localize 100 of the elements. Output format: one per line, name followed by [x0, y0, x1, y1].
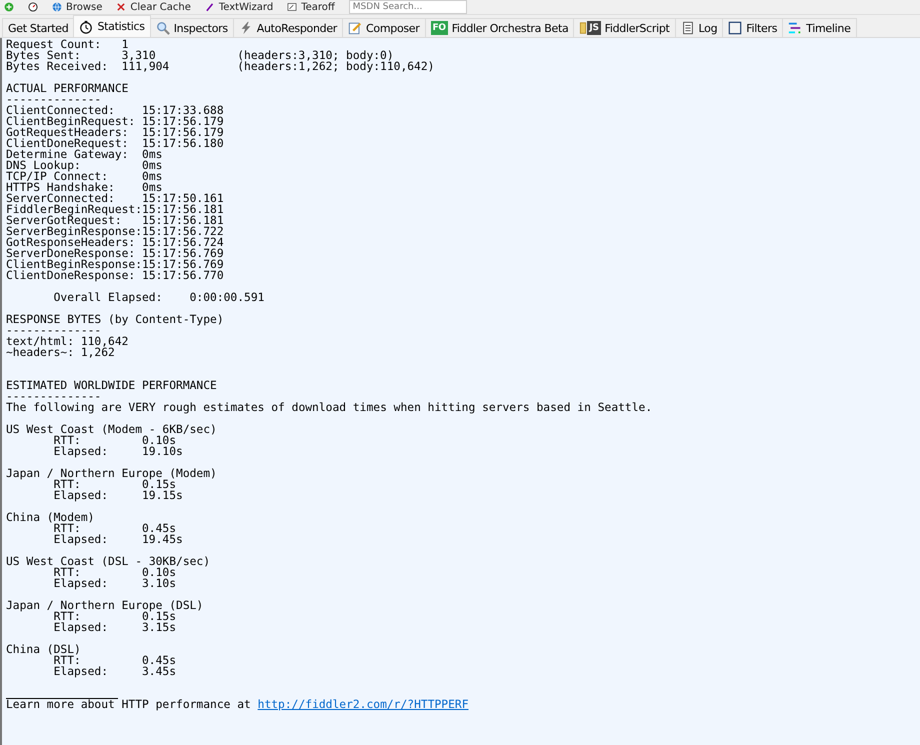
rtt-label: RTT: [54, 655, 81, 666]
toolbar-icon-button[interactable] [28, 0, 38, 14]
tab[interactable]: Composer [342, 18, 426, 37]
elapsed-value: 3.10s [142, 578, 176, 589]
overall-value: 0:00:00.591 [190, 292, 264, 303]
stat-value: 111,904 [122, 61, 170, 72]
magnifier-icon [156, 21, 170, 35]
stat-label: Request Count: [6, 39, 102, 50]
rtt-value: 0.10s [142, 567, 176, 578]
tab[interactable]: FO Fiddler Orchestra Beta [424, 18, 574, 37]
timing-label: ServerGotRequest: [6, 215, 122, 226]
stat-detail: (headers:1,262; body:110,642) [237, 61, 434, 72]
timing-label: DNS Lookup: [6, 160, 81, 171]
timing-label: Determine Gateway: [6, 149, 130, 160]
rtt-value: 0.15s [142, 479, 176, 490]
pencil-icon [348, 21, 362, 35]
timing-label: ServerBeginResponse: [6, 226, 142, 237]
elapsed-label: Elapsed: [54, 666, 110, 677]
timing-value: 0ms [142, 160, 162, 171]
rtt-label: RTT: [54, 435, 81, 446]
toolbar-button[interactable]: TextWizard [204, 0, 274, 14]
orchestra-badge: FO [430, 21, 448, 35]
stat-detail: (headers:3,310; body:0) [237, 50, 394, 61]
region-name: Japan / Northern Europe (Modem) [6, 468, 217, 479]
rtt-value: 0.45s [142, 655, 176, 666]
timing-value: 15:17:50.161 [142, 193, 224, 204]
heading-rule: -------------- [6, 94, 102, 105]
timing-label: ClientDoneRequest: [6, 138, 130, 149]
timing-label: ServerDoneResponse: [6, 248, 136, 259]
tab[interactable]: Log [674, 18, 724, 37]
heading-rule: -------------- [6, 325, 102, 336]
section-heading: ACTUAL PERFORMANCE [6, 83, 128, 94]
rtt-label: RTT: [54, 523, 81, 534]
stat-value: 1 [122, 39, 128, 50]
wand-icon [204, 2, 215, 12]
elapsed-label: Elapsed: [54, 534, 110, 545]
region-name: Japan / Northern Europe (DSL) [6, 600, 204, 611]
region-name: US West Coast (Modem - 6KB/sec) [6, 424, 217, 435]
overall-label: Overall Elapsed: [54, 292, 164, 303]
elapsed-value: 3.45s [142, 666, 176, 677]
timing-label: GotResponseHeaders: [6, 237, 136, 248]
elapsed-label: Elapsed: [54, 446, 110, 457]
timing-value: 0ms [142, 182, 162, 193]
toolbar-button[interactable]: Tearoff [287, 0, 335, 14]
timing-value: 15:17:56.181 [142, 215, 224, 226]
window-icon [287, 2, 298, 12]
tab[interactable]: Get Started [2, 18, 74, 37]
cross-icon [116, 2, 126, 12]
elapsed-value: 19.45s [142, 534, 183, 545]
tab[interactable]: Timeline [782, 18, 857, 37]
tab[interactable]: Statistics [73, 15, 151, 37]
rtt-value: 0.45s [142, 523, 176, 534]
region-name: US West Coast (DSL - 30KB/sec) [6, 556, 210, 567]
timing-value: 15:17:33.688 [142, 105, 224, 116]
timing-value: 15:17:56.179 [142, 116, 224, 127]
timing-value: 15:17:56.180 [142, 138, 224, 149]
tab[interactable]: AutoResponder [232, 18, 344, 37]
rtt-value: 0.10s [142, 435, 176, 446]
elapsed-label: Elapsed: [54, 490, 110, 501]
rtt-label: RTT: [54, 567, 81, 578]
timing-value: 15:17:56.769 [142, 248, 224, 259]
timing-label: HTTPS Handshake: [6, 182, 116, 193]
intro-text: The following are VERY rough estimates of download times when hitting servers based in Seattle. [6, 402, 652, 413]
timer-icon [28, 2, 38, 12]
elapsed-value: 19.10s [142, 446, 183, 457]
elapsed-label: Elapsed: [54, 578, 110, 589]
tab[interactable]: Filters [722, 18, 784, 37]
elapsed-value: 19.15s [142, 490, 183, 501]
rtt-label: RTT: [54, 479, 81, 490]
performance-link[interactable]: http://fiddler2.com/r/?HTTPPERF [258, 699, 468, 710]
timing-value: 0ms [142, 149, 162, 160]
section-heading: ESTIMATED WORLDWIDE PERFORMANCE [6, 380, 217, 391]
timing-value: 0ms [142, 171, 162, 182]
timing-label: ClientBeginResponse: [6, 259, 142, 270]
globe-icon [52, 2, 62, 12]
rtt-value: 0.15s [142, 611, 176, 622]
content-type-bytes: text/html: 110,642 [6, 336, 128, 347]
elapsed-value: 3.15s [142, 622, 176, 633]
heading-rule: -------------- [6, 391, 102, 402]
search-field[interactable]: MSDN Search... [348, 0, 467, 14]
timing-value: 15:17:56.724 [142, 237, 224, 248]
region-name: China (Modem) [6, 512, 94, 523]
plus-icon [4, 2, 14, 12]
tab[interactable]: Inspectors [150, 18, 234, 37]
toolbar-button[interactable]: Clear Cache [116, 0, 191, 14]
timing-value: 15:17:56.179 [142, 127, 224, 138]
tab[interactable]: JS FiddlerScript [573, 18, 676, 37]
timing-label: ClientConnected: [6, 105, 115, 116]
footer-text: Learn more about HTTP performance at [6, 699, 251, 710]
timeline-icon [788, 21, 802, 35]
timing-value: 15:17:56.770 [142, 270, 224, 281]
timing-value: 15:17:56.181 [142, 204, 224, 215]
stat-label: Bytes Sent: [6, 50, 81, 61]
timing-label: TCP/IP Connect: [6, 171, 108, 182]
checkbox-icon [728, 21, 742, 35]
rtt-label: RTT: [54, 611, 81, 622]
content-type-bytes: ~headers~: 1,262 [6, 347, 115, 358]
toolbar-button[interactable]: Browse [52, 0, 102, 14]
region-name: China (DSL) [6, 644, 81, 655]
timing-label: ClientBeginRequest: [6, 116, 136, 127]
